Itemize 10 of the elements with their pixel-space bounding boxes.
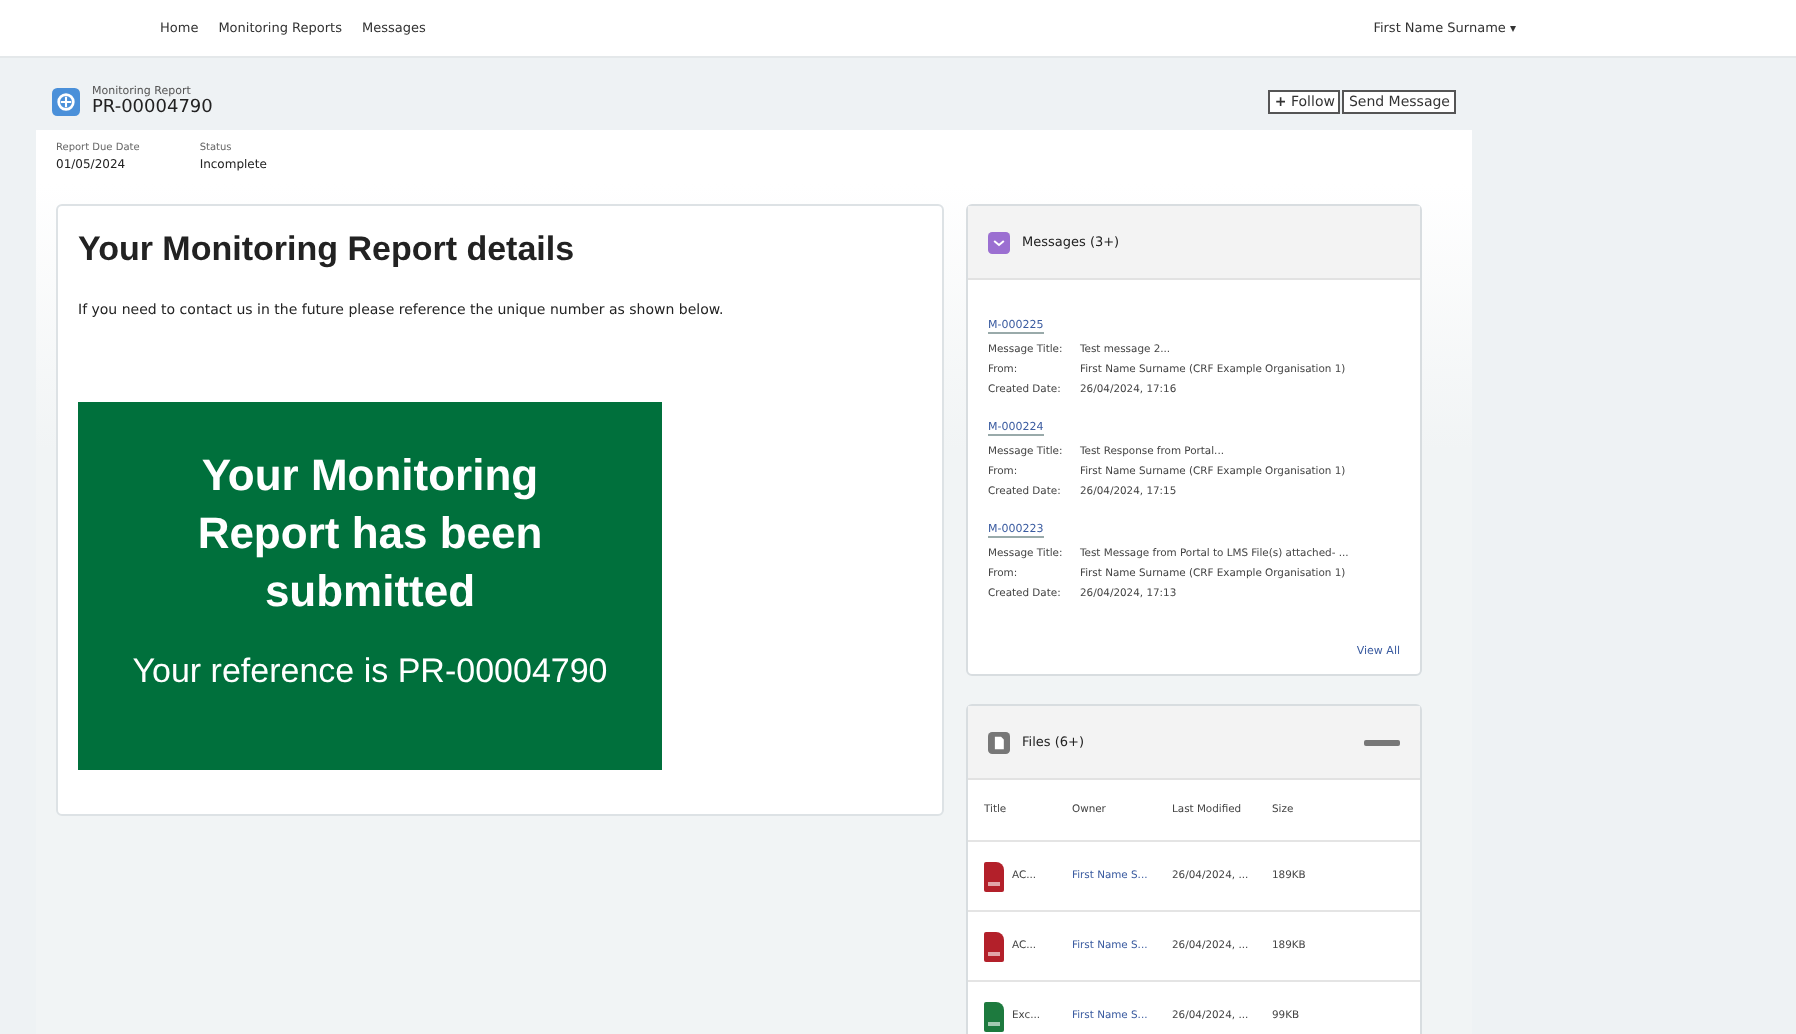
record-icon <box>52 88 80 116</box>
collapse-icon[interactable] <box>1364 739 1400 745</box>
details-heading: Your Monitoring Report details <box>78 230 577 270</box>
document-icon <box>984 931 1004 961</box>
banner-title: Your Monitoring Report has been submitted <box>195 448 545 620</box>
message-icon <box>988 231 1010 253</box>
record-title: PR-00004790 <box>92 98 213 118</box>
file-icon <box>988 731 1010 753</box>
banner-reference: Your reference is PR-00004790 <box>132 652 608 692</box>
document-icon <box>984 861 1004 891</box>
